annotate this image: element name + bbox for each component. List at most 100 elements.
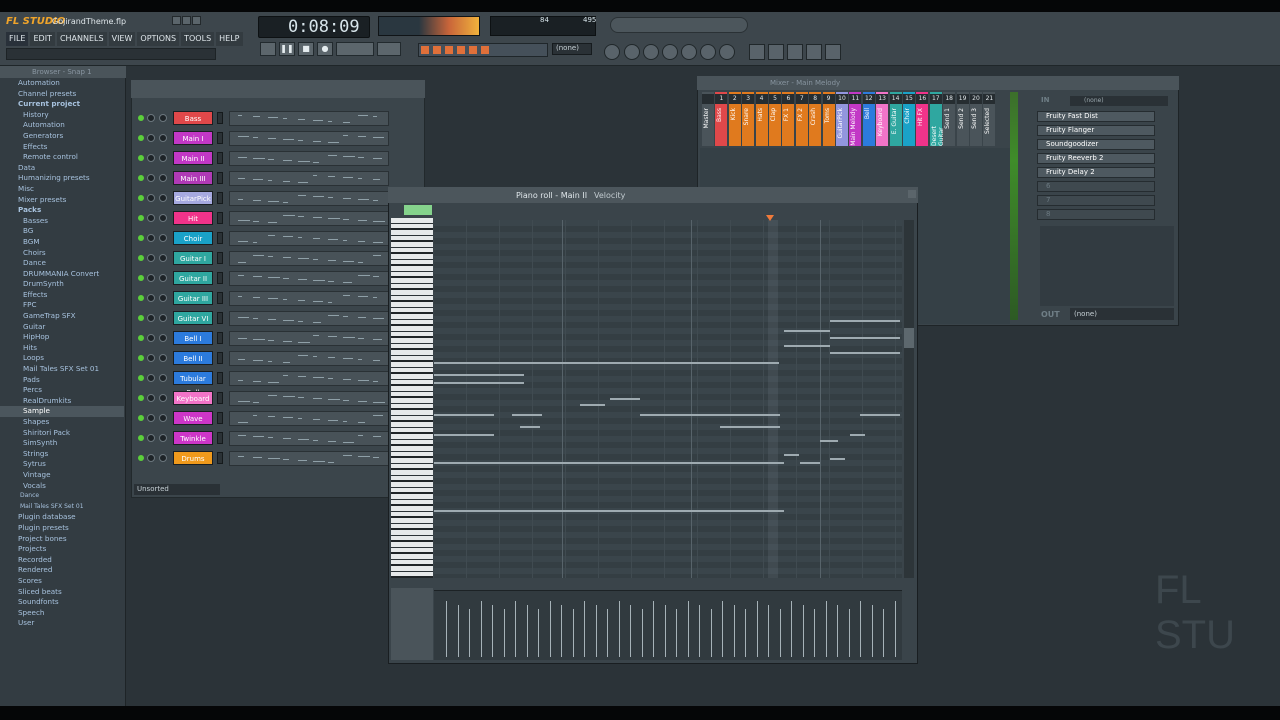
pattern-selector[interactable]: (none) bbox=[552, 43, 592, 55]
menu-file[interactable]: FILE bbox=[6, 32, 29, 46]
channel-pattern-preview[interactable] bbox=[229, 231, 389, 246]
pan-knob[interactable] bbox=[147, 274, 155, 282]
browser-item[interactable]: Recorded bbox=[0, 555, 124, 566]
blend-notes-icon[interactable] bbox=[469, 46, 477, 54]
browser-item[interactable]: Guitar bbox=[0, 322, 124, 333]
velocity-bar[interactable] bbox=[446, 601, 447, 657]
browser-item[interactable]: Dance bbox=[0, 491, 124, 502]
step-edit-icon[interactable] bbox=[457, 46, 465, 54]
countdown-icon[interactable] bbox=[445, 46, 453, 54]
close-icon[interactable] bbox=[192, 16, 201, 25]
browser-item[interactable]: Sliced beats bbox=[0, 587, 124, 598]
velocity-bar[interactable] bbox=[745, 609, 746, 657]
velocity-bar[interactable] bbox=[515, 601, 516, 657]
velocity-bar[interactable] bbox=[630, 605, 631, 657]
volume-knob[interactable] bbox=[159, 254, 167, 262]
channel-name-button[interactable]: Choir bbox=[173, 231, 213, 245]
mute-led-icon[interactable] bbox=[138, 195, 144, 201]
channel-name-button[interactable]: Tubular Bell bbox=[173, 371, 213, 397]
mute-led-icon[interactable] bbox=[138, 275, 144, 281]
browser-item[interactable]: User bbox=[0, 618, 124, 629]
browser-item[interactable]: Automation bbox=[0, 120, 124, 131]
velocity-bar[interactable] bbox=[526, 605, 528, 657]
volume-knob[interactable] bbox=[159, 394, 167, 402]
channel-pattern-preview[interactable] bbox=[229, 111, 389, 126]
volume-knob[interactable] bbox=[159, 194, 167, 202]
fx-slot[interactable]: 7 bbox=[1037, 195, 1155, 206]
pan-knob[interactable] bbox=[147, 434, 155, 442]
save-icon[interactable] bbox=[624, 44, 640, 60]
channel-select-pad[interactable] bbox=[217, 332, 223, 344]
mute-led-icon[interactable] bbox=[138, 175, 144, 181]
channel-pattern-preview[interactable] bbox=[229, 371, 389, 386]
volume-knob[interactable] bbox=[159, 234, 167, 242]
piano-roll-note[interactable] bbox=[512, 414, 542, 416]
velocity-bar[interactable] bbox=[503, 609, 505, 657]
fx-slot[interactable]: 8 bbox=[1037, 209, 1155, 220]
browser-item[interactable]: Choirs bbox=[0, 248, 124, 259]
velocity-lane[interactable] bbox=[434, 590, 902, 660]
piano-roll-close-icon[interactable] bbox=[908, 190, 916, 198]
mute-led-icon[interactable] bbox=[138, 135, 144, 141]
velocity-bar[interactable] bbox=[699, 605, 700, 657]
piano-roll-icon[interactable] bbox=[768, 44, 784, 60]
mixer-strip[interactable]: 10 GuitarPick bbox=[836, 92, 848, 146]
browser-item[interactable]: Sytrus bbox=[0, 459, 124, 470]
pan-knob[interactable] bbox=[147, 134, 155, 142]
piano-roll-note[interactable] bbox=[784, 330, 830, 332]
note-grid[interactable] bbox=[434, 220, 902, 578]
browser-item[interactable]: Misc bbox=[0, 184, 124, 195]
velocity-bar[interactable] bbox=[561, 605, 562, 657]
channel-name-button[interactable]: Bell II bbox=[173, 351, 213, 365]
velocity-bar[interactable] bbox=[469, 609, 470, 657]
volume-knob[interactable] bbox=[159, 174, 167, 182]
browser-item[interactable]: Current project bbox=[0, 99, 124, 110]
mixer-strip[interactable]: 7 FX 2 bbox=[795, 92, 808, 146]
menu-edit[interactable]: EDIT bbox=[30, 32, 55, 46]
velocity-bar[interactable] bbox=[825, 601, 827, 657]
browser-item[interactable]: BG bbox=[0, 226, 124, 237]
velocity-bar[interactable] bbox=[768, 605, 769, 657]
menu-help[interactable]: HELP bbox=[216, 32, 243, 46]
fx-slot[interactable]: Fruity Flanger bbox=[1037, 125, 1155, 136]
channel-select-pad[interactable] bbox=[217, 172, 223, 184]
browser-item[interactable]: Mail Tales SFX Set 01 bbox=[0, 364, 124, 375]
channel-select-pad[interactable] bbox=[217, 232, 223, 244]
browser-item[interactable]: Effects bbox=[0, 142, 124, 153]
channel-name-button[interactable]: Bass bbox=[173, 111, 213, 125]
velocity-bar[interactable] bbox=[676, 609, 677, 657]
channel-select-pad[interactable] bbox=[217, 112, 223, 124]
channel-select-pad[interactable] bbox=[217, 432, 223, 444]
mute-led-icon[interactable] bbox=[138, 255, 144, 261]
channel-select-pad[interactable] bbox=[217, 192, 223, 204]
velocity-bar[interactable] bbox=[653, 601, 654, 657]
piano-roll-note[interactable] bbox=[784, 454, 799, 456]
velocity-bar[interactable] bbox=[664, 605, 666, 657]
volume-knob[interactable] bbox=[159, 374, 167, 382]
velocity-bar[interactable] bbox=[641, 609, 643, 657]
mixer-strip[interactable]: 13 Keyboard bbox=[876, 92, 889, 146]
pan-knob[interactable] bbox=[147, 334, 155, 342]
velocity-bar[interactable] bbox=[687, 601, 689, 657]
mixer-strip[interactable]: 5 Clap bbox=[769, 92, 781, 146]
volume-knob[interactable] bbox=[159, 354, 167, 362]
clipboard-icon[interactable] bbox=[700, 44, 716, 60]
volume-knob[interactable] bbox=[159, 114, 167, 122]
volume-knob[interactable] bbox=[159, 334, 167, 342]
channel-pattern-preview[interactable] bbox=[229, 171, 389, 186]
browser-item[interactable]: FPC bbox=[0, 300, 124, 311]
fx-slot[interactable]: Fruity Delay 2 bbox=[1037, 167, 1155, 178]
volume-knob[interactable] bbox=[159, 154, 167, 162]
piano-roll-note[interactable] bbox=[434, 374, 524, 376]
channel-name-button[interactable]: Hit bbox=[173, 211, 213, 225]
velocity-bar[interactable] bbox=[837, 605, 838, 657]
mixer-strip[interactable]: 16 Hit FX bbox=[916, 92, 929, 146]
help-icon[interactable] bbox=[719, 44, 735, 60]
mute-led-icon[interactable] bbox=[138, 295, 144, 301]
browser-item[interactable]: Automation bbox=[0, 78, 124, 89]
channel-name-button[interactable]: Guitar II bbox=[173, 271, 213, 285]
channel-pattern-preview[interactable] bbox=[229, 131, 389, 146]
browser-item[interactable]: RealDrumkits bbox=[0, 396, 124, 407]
browser-item[interactable]: Projects bbox=[0, 544, 124, 555]
piano-roll-note[interactable] bbox=[830, 320, 900, 322]
